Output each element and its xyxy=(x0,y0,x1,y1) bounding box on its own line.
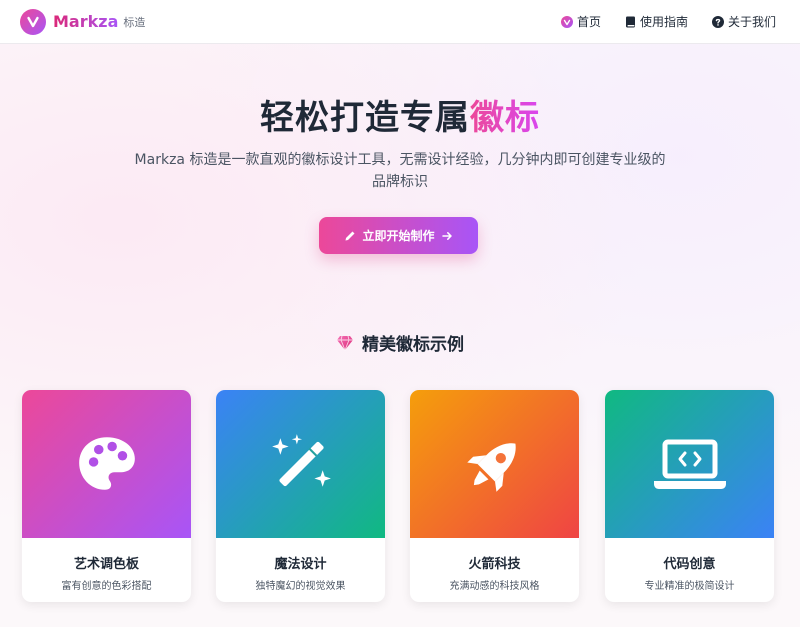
card-description: 富有创意的色彩搭配 xyxy=(61,581,152,592)
pencil-icon xyxy=(345,231,355,240)
rocket-icon xyxy=(466,443,516,492)
hero-description-line1: Markza 标造是一款直观的徽标设计工具，无需设计经验，几分钟内即可创建专业级… xyxy=(134,152,666,168)
card-description: 独特魔幻的视觉效果 xyxy=(255,581,346,592)
card-visual xyxy=(216,390,385,538)
hero-title-accent: 徽标 xyxy=(470,98,540,138)
arrow-right-icon xyxy=(441,231,452,240)
nav-item-guide[interactable]: 使用指南 xyxy=(625,13,688,30)
nav-item-label: 首页 xyxy=(576,15,601,29)
nav-item-label: 使用指南 xyxy=(639,15,688,29)
start-creating-button[interactable]: 立即开始制作 xyxy=(319,217,478,254)
showcase-card-magic[interactable]: 魔法设计 独特魔幻的视觉效果 xyxy=(216,390,385,602)
main-nav: 首页 使用指南 关于我们 xyxy=(560,13,776,30)
laptop-code-icon xyxy=(653,439,726,489)
nav-item-label: 关于我们 xyxy=(727,15,776,29)
card-title: 代码创意 xyxy=(663,557,716,572)
brand-name: Markza xyxy=(53,12,119,31)
hero-description-line2: 品牌标识 xyxy=(372,174,428,190)
top-navbar: Markza 标造 首页 使用指南 关于我们 xyxy=(0,0,800,44)
book-icon xyxy=(625,16,635,27)
hero-description: Markza 标造是一款直观的徽标设计工具，无需设计经验，几分钟内即可创建专业级… xyxy=(100,149,700,193)
start-creating-label: 立即开始制作 xyxy=(362,229,435,243)
brand[interactable]: Markza 标造 xyxy=(20,8,146,35)
hero-title: 轻松打造专属徽标 xyxy=(0,90,800,139)
heart-badge-icon xyxy=(560,15,573,28)
showcase-title-text: 精美徽标示例 xyxy=(362,335,464,355)
nav-item-about[interactable]: 关于我们 xyxy=(711,13,776,30)
showcase-card-rocket[interactable]: 火箭科技 充满动感的科技风格 xyxy=(410,390,579,602)
gem-icon xyxy=(337,335,353,351)
showcase-title: 精美徽标示例 xyxy=(0,330,800,355)
card-visual xyxy=(410,390,579,538)
brand-subtitle: 标造 xyxy=(123,15,146,29)
showcase-cards: 艺术调色板 富有创意的色彩搭配 魔法设计 独特魔幻的视觉效果 火箭科技 充满动感… xyxy=(22,390,775,602)
card-description: 专业精准的极简设计 xyxy=(644,581,735,592)
card-description: 充满动感的科技风格 xyxy=(449,581,540,592)
showcase-card-code[interactable]: 代码创意 专业精准的极简设计 xyxy=(605,390,774,602)
nav-item-home[interactable]: 首页 xyxy=(560,13,601,30)
card-visual xyxy=(605,390,774,538)
card-title: 火箭科技 xyxy=(468,557,521,572)
card-title: 魔法设计 xyxy=(274,557,327,572)
card-title: 艺术调色板 xyxy=(73,557,139,572)
palette-icon xyxy=(78,437,135,490)
brand-logo-icon xyxy=(20,8,46,35)
showcase-card-palette[interactable]: 艺术调色板 富有创意的色彩搭配 xyxy=(22,390,191,602)
card-visual xyxy=(22,390,191,538)
question-circle-icon xyxy=(711,15,724,28)
magic-wand-icon xyxy=(271,434,331,487)
hero-title-plain: 轻松打造专属 xyxy=(260,98,470,138)
